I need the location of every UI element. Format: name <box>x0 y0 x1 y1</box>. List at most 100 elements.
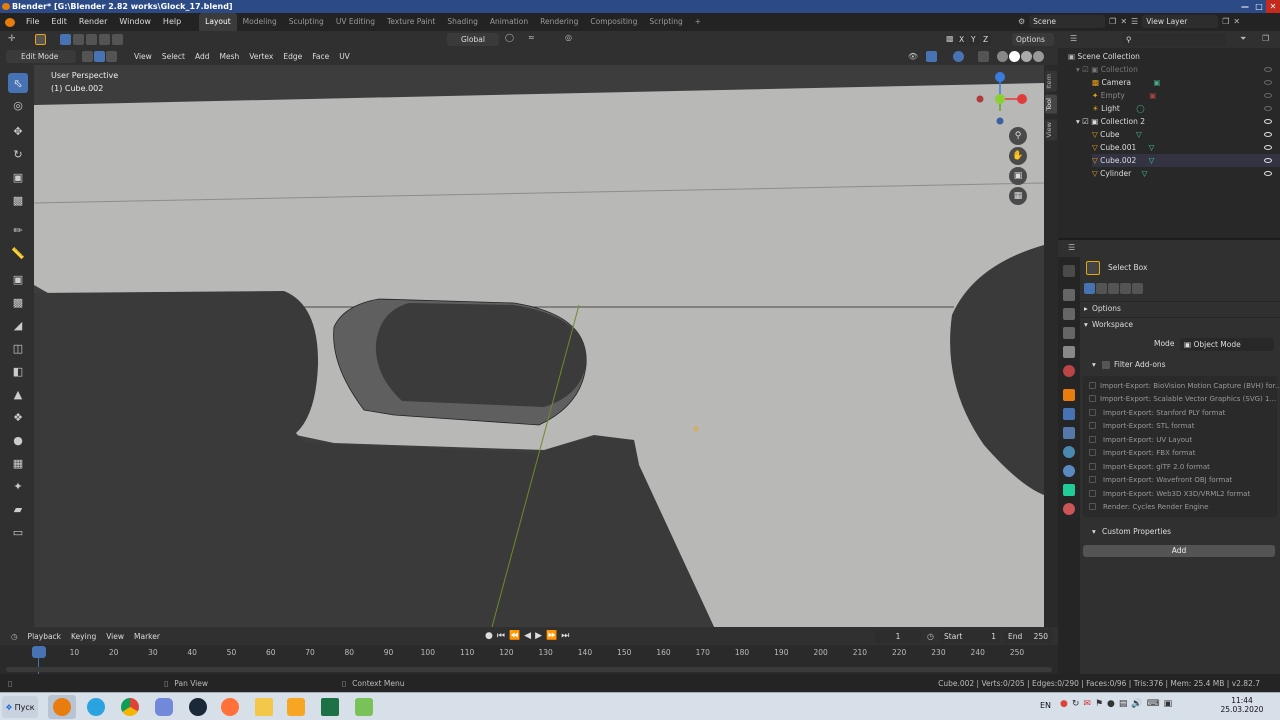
addon-checkbox[interactable] <box>1089 436 1096 443</box>
menu-edit[interactable]: Edit <box>45 13 73 31</box>
tab-uv-editing[interactable]: UV Editing <box>330 13 381 31</box>
addon-row[interactable]: Import-Export: Scalable Vector Graphics … <box>1083 392 1280 406</box>
smooth-tool[interactable]: ● <box>8 430 28 450</box>
end-frame-field[interactable]: End 250 <box>1004 629 1052 643</box>
menu-edge[interactable]: Edge <box>278 50 307 63</box>
addon-row[interactable]: Render: Cycles Render Engine <box>1083 500 1280 514</box>
outliner-row[interactable]: ▽ Cube ▽ <box>1092 128 1280 141</box>
object-tab-icon[interactable] <box>1063 389 1075 401</box>
snap-icon[interactable]: ≈ <box>528 33 535 42</box>
addon-checkbox[interactable] <box>1089 395 1096 402</box>
outliner-row[interactable]: ▩ Camera ▣ <box>1092 76 1280 89</box>
solid-shading-icon[interactable] <box>1009 51 1020 62</box>
loop-cut-tool[interactable]: ◫ <box>8 338 28 358</box>
new-scene-icon[interactable]: ❐ <box>1109 17 1116 26</box>
scene-tab-icon[interactable] <box>1063 346 1075 358</box>
new-collection-icon[interactable]: ❐ <box>1262 34 1269 43</box>
pan-hand-icon[interactable]: ✋ <box>1009 147 1027 165</box>
outliner-row[interactable]: ▣ Scene Collection <box>1068 50 1280 63</box>
taskbar-chrome-icon[interactable] <box>116 695 144 719</box>
view-layer-tab-icon[interactable] <box>1063 327 1075 339</box>
minimize-button[interactable]: — <box>1238 0 1252 13</box>
playhead[interactable] <box>32 646 46 658</box>
display-tray-icon[interactable]: ▣ <box>1164 699 1173 709</box>
mirror-icon[interactable]: ▩ <box>946 34 954 43</box>
clock[interactable]: 11:44 25.03.2020 <box>1220 696 1264 714</box>
addon-checkbox[interactable] <box>1089 422 1096 429</box>
pivot-point-icon[interactable]: ◯ <box>505 33 514 42</box>
select-extend-icon[interactable] <box>73 34 84 45</box>
orientation-dropdown[interactable]: Global <box>447 33 499 46</box>
tab-compositing[interactable]: Compositing <box>584 13 643 31</box>
visibility-eye-icon[interactable] <box>1264 93 1272 98</box>
camera-view-icon[interactable]: ▣ <box>1009 167 1027 185</box>
taskbar-telegram-icon[interactable] <box>82 695 110 719</box>
menu-view[interactable]: View <box>129 50 157 63</box>
volume-tray-icon[interactable]: 🔊 <box>1131 699 1142 709</box>
visibility-icon[interactable]: 👁 <box>908 52 918 61</box>
workspace-panel-header[interactable]: ▾ Workspace <box>1080 317 1280 331</box>
menu-help[interactable]: Help <box>157 13 187 31</box>
blender-menu-icon[interactable] <box>0 13 20 31</box>
outliner-editor-icon[interactable]: ☰ <box>1070 34 1077 43</box>
tab-item[interactable]: Item <box>1045 71 1057 92</box>
taskbar-explorer-icon[interactable] <box>250 695 278 719</box>
add-workspace-button[interactable]: + <box>689 13 707 31</box>
face-select-icon[interactable] <box>106 51 117 62</box>
menu-mesh[interactable]: Mesh <box>214 50 244 63</box>
modifier-tab-icon[interactable] <box>1063 408 1075 420</box>
tab-texture-paint[interactable]: Texture Paint <box>381 13 441 31</box>
mode-dropdown[interactable]: Edit Mode <box>6 50 76 63</box>
addon-row[interactable]: Import-Export: BioVision Motion Capture … <box>1083 379 1280 393</box>
rotate-tool[interactable]: ↻ <box>8 144 28 164</box>
particles-tab-icon[interactable] <box>1063 427 1075 439</box>
visibility-eye-icon[interactable] <box>1264 132 1272 137</box>
addon-checkbox[interactable] <box>1089 503 1096 510</box>
addon-row[interactable]: Import-Export: Wavefront OBJ format <box>1083 473 1280 487</box>
poly-build-tool[interactable]: ▲ <box>8 384 28 404</box>
timeline-area[interactable]: 1102030405060708090100110120130140150160… <box>0 645 1058 674</box>
tab-animation[interactable]: Animation <box>484 13 534 31</box>
menu-timeline-view[interactable]: View <box>101 630 129 643</box>
checkbox-icon[interactable]: ☑ <box>1082 117 1089 126</box>
tab-modeling[interactable]: Modeling <box>237 13 283 31</box>
jump-start-icon[interactable]: ⏮ <box>497 631 509 641</box>
taskbar-firefox-icon[interactable] <box>216 695 244 719</box>
view-layer-field[interactable]: View Layer <box>1142 15 1219 28</box>
visibility-eye-icon[interactable] <box>1264 171 1272 176</box>
expand-toggle-icon[interactable]: ▾ <box>1076 65 1080 74</box>
outliner-row[interactable]: ▽ Cube.002 ▽ <box>1092 154 1280 167</box>
select-new-icon[interactable] <box>60 34 71 45</box>
axis-y-toggle[interactable]: Y <box>969 33 979 46</box>
menu-face[interactable]: Face <box>307 50 334 63</box>
mode-extend-icon[interactable] <box>1096 283 1107 294</box>
addon-checkbox[interactable] <box>1089 463 1096 470</box>
add-property-button[interactable]: Add <box>1083 545 1275 557</box>
select-intersect-icon[interactable] <box>112 34 123 45</box>
render-tab-icon[interactable] <box>1063 289 1075 301</box>
filter-checkbox[interactable] <box>1102 361 1110 369</box>
current-frame-field[interactable]: 1 <box>875 629 922 643</box>
tab-layout[interactable]: Layout <box>199 13 237 31</box>
addon-checkbox[interactable] <box>1089 409 1096 416</box>
spin-tool[interactable]: ❖ <box>8 407 28 427</box>
outliner-search-input[interactable]: ⚲ <box>1122 33 1226 46</box>
menu-file[interactable]: File <box>20 13 45 31</box>
taskbar-android-icon[interactable] <box>350 695 378 719</box>
play-icon[interactable]: ▶ <box>535 631 546 641</box>
menu-select[interactable]: Select <box>157 50 190 63</box>
output-tab-icon[interactable] <box>1063 308 1075 320</box>
outliner-row[interactable]: ✦ Empty ▣ <box>1092 89 1280 102</box>
addon-checkbox[interactable] <box>1089 382 1096 389</box>
properties-editor-icon[interactable]: ☰ <box>1068 243 1075 252</box>
taskbar-blender-icon[interactable] <box>48 695 76 719</box>
remove-scene-icon[interactable]: ✕ <box>1120 17 1127 26</box>
physics-tab-icon[interactable] <box>1063 446 1075 458</box>
close-button[interactable]: ✕ <box>1266 0 1280 13</box>
outliner-row[interactable]: ▾ ☑ ▣ Collection <box>1076 63 1280 76</box>
material-shading-icon[interactable] <box>1021 51 1032 62</box>
timeline-scrollbar[interactable] <box>6 667 1052 672</box>
taskbar-steam-icon[interactable] <box>184 695 212 719</box>
visibility-eye-icon[interactable] <box>1264 80 1272 85</box>
annotate-tool[interactable]: ✏ <box>8 220 28 240</box>
